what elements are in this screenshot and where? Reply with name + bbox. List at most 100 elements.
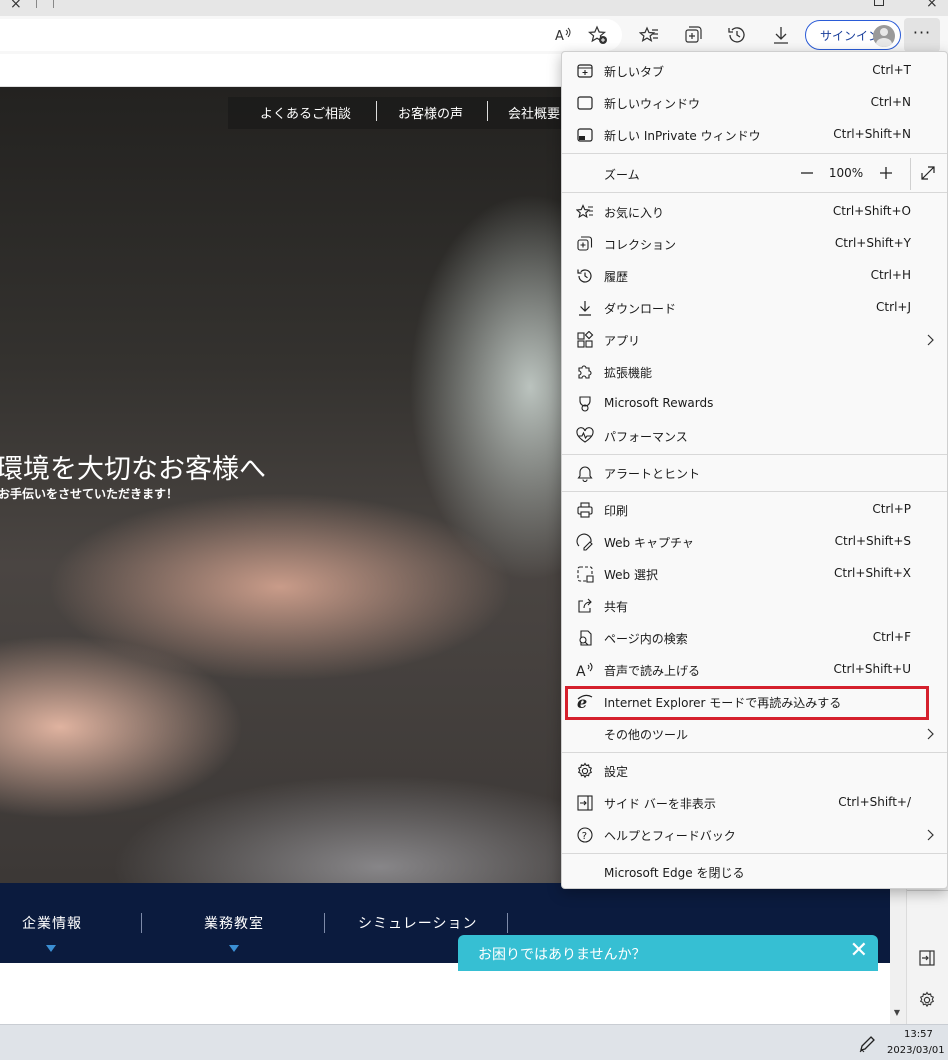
menu-item-label: Web 選択 <box>604 568 658 582</box>
menu-item-more-tools[interactable]: その他のツール <box>562 718 947 750</box>
menu-item-extensions[interactable]: 拡張機能 <box>562 356 947 388</box>
zoom-divider <box>910 158 911 190</box>
zoom-value: 100% <box>828 166 864 180</box>
menu-item-settings[interactable]: 設定 <box>562 755 947 787</box>
nav-link-faq[interactable]: よくあるご相談 <box>260 103 351 122</box>
nav-separator <box>487 101 488 121</box>
menu-item-print[interactable]: 印刷 Ctrl+P <box>562 494 947 526</box>
menu-separator <box>562 853 947 854</box>
menu-item-web-select[interactable]: Web 選択 Ctrl+Shift+X <box>562 558 947 590</box>
menu-separator <box>562 153 947 154</box>
collections-icon[interactable] <box>682 24 704 46</box>
apps-icon <box>576 331 594 349</box>
clock-time[interactable]: 13:57 <box>904 1029 933 1040</box>
menu-item-hide-sidebar[interactable]: サイド バーを非表示 Ctrl+Shift+/ <box>562 787 947 819</box>
downloads-icon[interactable] <box>770 24 792 46</box>
add-favorite-icon[interactable] <box>587 24 609 46</box>
fullscreen-icon[interactable] <box>919 164 937 182</box>
rewards-icon <box>576 395 594 413</box>
menu-item-read-aloud[interactable]: A 音声で読み上げる Ctrl+Shift+U <box>562 654 947 686</box>
menu-item-favorites[interactable]: お気に入り Ctrl+Shift+O <box>562 196 947 228</box>
restore-icon[interactable] <box>874 0 884 6</box>
nav-simulation[interactable]: シミュレーション <box>358 913 477 933</box>
menu-item-shortcut: Ctrl+Shift+N <box>833 127 911 141</box>
pen-icon[interactable] <box>858 1035 876 1053</box>
menu-item-label: その他のツール <box>604 728 689 742</box>
window-close-icon[interactable]: × <box>926 0 938 11</box>
menu-item-label: 音声で読み上げる <box>604 664 701 678</box>
nav-company-info[interactable]: 企業情報 <box>22 913 82 933</box>
help-chat-banner[interactable]: お困りではありませんか？ ✕ <box>458 935 878 971</box>
menu-item-apps[interactable]: アプリ <box>562 324 947 356</box>
clock-date[interactable]: 2023/03/01 <box>887 1045 945 1056</box>
menu-item-inprivate[interactable]: 新しい InPrivate ウィンドウ Ctrl+Shift+N <box>562 119 947 151</box>
menu-item-label: Web キャプチャ <box>604 536 694 550</box>
history-icon[interactable] <box>726 24 748 46</box>
menu-item-downloads[interactable]: ダウンロード Ctrl+J <box>562 292 947 324</box>
sidebar-icon <box>576 794 594 812</box>
nav-separator <box>376 101 377 121</box>
menu-item-label: ズーム <box>604 168 640 182</box>
menu-item-new-window[interactable]: 新しいウィンドウ Ctrl+N <box>562 87 947 119</box>
settings-icon <box>576 762 594 780</box>
share-icon <box>576 597 594 615</box>
menu-item-label: 設定 <box>604 765 629 779</box>
nav-link-company[interactable]: 会社概要 <box>508 103 560 122</box>
close-icon[interactable]: ✕ <box>850 938 868 963</box>
svg-text:?: ? <box>582 831 587 842</box>
menu-item-label: アラートとヒント <box>604 467 701 481</box>
menu-item-label: 履歴 <box>604 270 629 284</box>
menu-item-shortcut: Ctrl+Shift+Y <box>834 236 911 250</box>
tab-divider <box>36 0 37 8</box>
favorites-icon <box>576 203 594 221</box>
menu-item-label: サイド バーを非表示 <box>604 797 716 811</box>
menu-item-new-tab[interactable]: 新しいタブ Ctrl+T <box>562 55 947 87</box>
menu-separator <box>562 192 947 193</box>
menu-item-history[interactable]: 履歴 Ctrl+H <box>562 260 947 292</box>
menu-item-find[interactable]: ページ内の検索 Ctrl+F <box>562 622 947 654</box>
signin-button[interactable]: サインイン <box>805 20 901 50</box>
menu-item-shortcut: Ctrl+Shift+U <box>833 662 911 676</box>
menu-item-label: パフォーマンス <box>604 430 688 444</box>
nav-business-class[interactable]: 業務教室 <box>204 913 264 933</box>
new-tab-icon <box>576 62 594 80</box>
performance-icon <box>576 427 594 445</box>
print-icon <box>576 501 594 519</box>
menu-item-help-feedback[interactable]: ? ヘルプとフィードバック <box>562 819 947 851</box>
favorites-icon[interactable] <box>638 24 660 46</box>
read-aloud-icon[interactable]: A <box>552 24 574 46</box>
menu-item-label: ダウンロード <box>604 302 677 316</box>
menu-item-web-capture[interactable]: Web キャプチャ Ctrl+Shift+S <box>562 526 947 558</box>
menu-item-shortcut: Ctrl+Shift+/ <box>838 795 911 809</box>
extensions-icon <box>576 363 594 381</box>
menu-item-shortcut: Ctrl+P <box>872 502 911 516</box>
settings-more-button[interactable]: ··· <box>904 18 940 52</box>
menu-item-alerts[interactable]: アラートとヒント <box>562 457 947 489</box>
menu-item-shortcut: Ctrl+F <box>872 630 911 644</box>
chevron-right-icon <box>923 827 937 843</box>
chevron-right-icon <box>923 726 937 742</box>
nav-link-voice[interactable]: お客様の声 <box>398 103 463 122</box>
zoom-out-icon[interactable] <box>796 162 818 184</box>
download-icon <box>576 299 594 317</box>
menu-item-share[interactable]: 共有 <box>562 590 947 622</box>
menu-item-close-edge[interactable]: Microsoft Edge を閉じる <box>562 856 947 888</box>
sidebar-settings-icon[interactable] <box>917 990 937 1010</box>
menu-separator <box>562 491 947 492</box>
menu-item-rewards[interactable]: Microsoft Rewards <box>562 388 947 420</box>
menu-item-shortcut: Ctrl+N <box>870 95 911 109</box>
zoom-in-icon[interactable] <box>875 162 897 184</box>
signin-label: サインイン <box>820 29 881 43</box>
close-tab-icon[interactable]: × <box>10 0 22 12</box>
read-aloud-icon: A <box>576 661 594 679</box>
menu-item-shortcut: Ctrl+Shift+O <box>832 204 911 218</box>
browser-toolbar: A サインイン ··· <box>0 16 948 54</box>
address-bar[interactable] <box>0 19 622 51</box>
hide-sidebar-icon[interactable] <box>917 948 937 968</box>
scroll-down-icon[interactable]: ▼ <box>890 1008 904 1022</box>
menu-item-performance[interactable]: パフォーマンス <box>562 420 947 452</box>
menu-item-label: 拡張機能 <box>604 366 653 380</box>
menu-item-shortcut: Ctrl+H <box>870 268 911 282</box>
menu-item-collections[interactable]: コレクション Ctrl+Shift+Y <box>562 228 947 260</box>
menu-item-shortcut: Ctrl+J <box>876 300 911 314</box>
